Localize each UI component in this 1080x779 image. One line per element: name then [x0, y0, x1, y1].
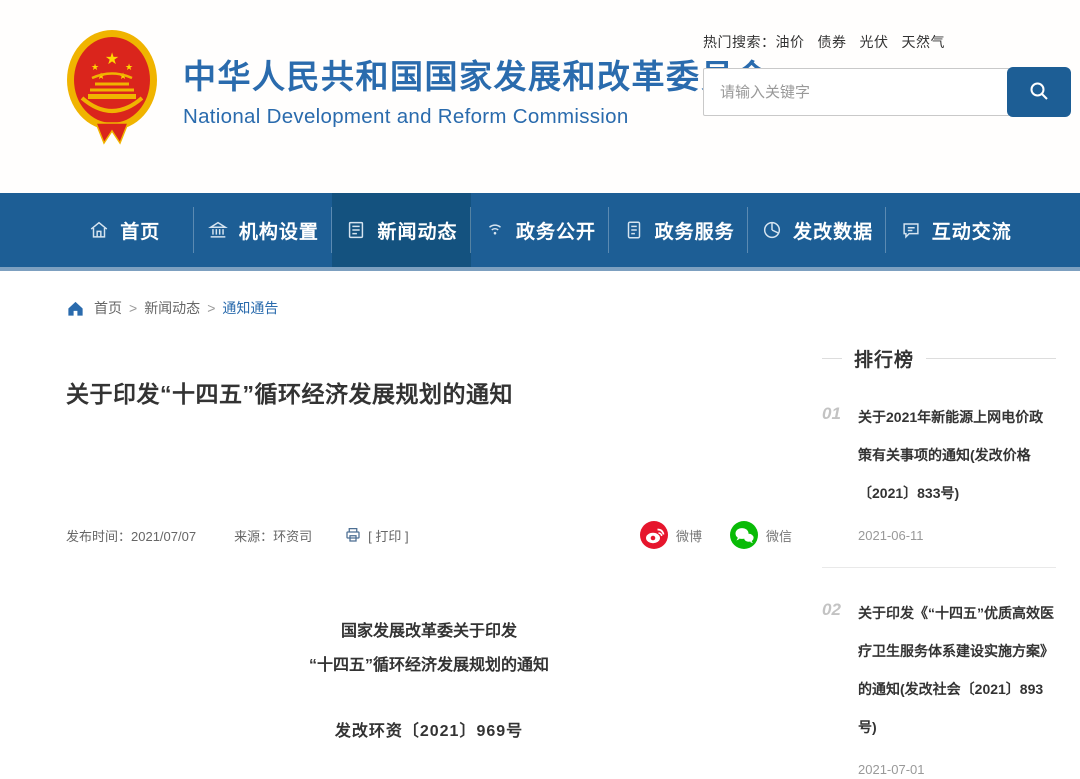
- printer-icon: [344, 526, 362, 544]
- ranking-item-link[interactable]: 关于印发《“十四五”优质高效医疗卫生服务体系建设实施方案》的通知(发改社会〔20…: [858, 594, 1056, 746]
- chat-icon: [900, 219, 922, 241]
- ranking-item-link[interactable]: 关于2021年新能源上网电价政策有关事项的通知(发改价格〔2021〕833号): [858, 398, 1056, 512]
- content: 关于印发“十四五”循环经济发展规划的通知 发布时间：2021/07/07 来源：…: [0, 323, 1080, 779]
- publish-time-label: 发布时间：: [66, 529, 131, 544]
- page-title: 关于印发“十四五”循环经济发展规划的通知: [66, 375, 792, 409]
- site-titles: 中华人民共和国国家发展和改革委员会 National Development a…: [183, 50, 770, 129]
- ranking-sidebar: 排行榜 01 关于2021年新能源上网电价政策有关事项的通知(发改价格〔2021…: [822, 345, 1080, 779]
- ranking-item-1: 01 关于2021年新能源上网电价政策有关事项的通知(发改价格〔2021〕833…: [822, 372, 1056, 568]
- breadcrumb-item-home[interactable]: 首页: [94, 298, 122, 318]
- publish-time: 发布时间：2021/07/07: [66, 526, 196, 545]
- share-wechat-button[interactable]: 微信: [730, 521, 792, 549]
- source-value: 环资司: [273, 529, 312, 544]
- publish-time-value: 2021/07/07: [131, 529, 196, 544]
- article-body: 国家发展改革委关于印发 “十四五”循环经济发展规划的通知 发改环资〔2021〕9…: [66, 615, 792, 749]
- print-button[interactable]: [ 打印 ]: [344, 526, 408, 545]
- article-body-line1: 国家发展改革委关于印发: [66, 615, 792, 649]
- main-nav: 首页 机构设置 新闻动态: [0, 193, 1080, 271]
- nav-label: 新闻动态: [377, 217, 457, 244]
- page: ★ ★ ★ ★ ★ 中华人民共和国国家发展和改革委员会 National Dev…: [0, 0, 1080, 779]
- divider: [822, 358, 842, 359]
- svg-text:★: ★: [105, 51, 119, 68]
- nav-item-gov-services[interactable]: 政务服务: [609, 193, 748, 267]
- hot-search-link-bond[interactable]: 债券: [818, 34, 847, 50]
- rank-number: 02: [822, 594, 858, 777]
- hot-search-link-gas[interactable]: 天然气: [902, 34, 946, 50]
- nav-item-ndrc-data[interactable]: 发改数据: [748, 193, 887, 267]
- breadcrumb-item-news[interactable]: 新闻动态: [144, 298, 200, 318]
- nav-item-interaction[interactable]: 互动交流: [886, 193, 1025, 267]
- search-input[interactable]: [703, 68, 1010, 116]
- hot-search-label: 热门搜索：: [703, 34, 776, 50]
- nav-label: 机构设置: [239, 217, 319, 244]
- hot-search-link-oil[interactable]: 油价: [776, 34, 805, 50]
- divider: [926, 358, 1056, 359]
- nav-label: 互动交流: [932, 217, 1012, 244]
- pie-chart-icon: [761, 219, 783, 241]
- article: 关于印发“十四五”循环经济发展规划的通知 发布时间：2021/07/07 来源：…: [0, 323, 822, 749]
- breadcrumb-separator: >: [129, 300, 137, 316]
- breadcrumb-item-notices[interactable]: 通知通告: [222, 298, 278, 318]
- broadcast-icon: [484, 219, 506, 241]
- site-header: ★ ★ ★ ★ ★ 中华人民共和国国家发展和改革委员会 National Dev…: [0, 0, 1080, 193]
- site-title-en: National Development and Reform Commissi…: [183, 105, 770, 129]
- nav-item-organization[interactable]: 机构设置: [194, 193, 333, 267]
- nav-label: 首页: [120, 217, 160, 244]
- source: 来源：环资司: [234, 526, 312, 545]
- nav-item-news[interactable]: 新闻动态: [332, 193, 471, 267]
- ranking-item-date: 2021-07-01: [858, 762, 1056, 777]
- share-bar: 微博 微信: [612, 521, 792, 549]
- search-button[interactable]: [1007, 67, 1071, 117]
- share-weibo-label: 微博: [676, 526, 702, 545]
- ranking-item-2: 02 关于印发《“十四五”优质高效医疗卫生服务体系建设实施方案》的通知(发改社会…: [822, 568, 1056, 779]
- ranking-header: 排行榜: [822, 345, 1056, 372]
- home-icon: [88, 219, 110, 241]
- article-body-line2: “十四五”循环经济发展规划的通知: [66, 649, 792, 683]
- nav-label: 政务服务: [655, 217, 735, 244]
- share-weibo-button[interactable]: 微博: [640, 521, 702, 549]
- rank-number: 01: [822, 398, 858, 543]
- weibo-icon: [640, 521, 668, 549]
- nav-label: 发改数据: [793, 217, 873, 244]
- nav-label: 政务公开: [516, 217, 596, 244]
- nav-item-gov-disclosure[interactable]: 政务公开: [471, 193, 610, 267]
- share-wechat-label: 微信: [766, 526, 792, 545]
- document-icon: [623, 219, 645, 241]
- hot-search-bar: 热门搜索：油价债券光伏天然气: [703, 32, 1071, 52]
- hot-search-link-pv[interactable]: 光伏: [860, 34, 889, 50]
- site-title-zh: 中华人民共和国国家发展和改革委员会: [183, 50, 770, 98]
- search-bar: [703, 67, 1071, 117]
- wechat-icon: [730, 521, 758, 549]
- ranking-item-date: 2021-06-11: [858, 528, 1056, 543]
- print-label: [ 打印 ]: [368, 526, 408, 545]
- ranking-title: 排行榜: [854, 345, 914, 372]
- breadcrumb-home-icon: [66, 299, 85, 318]
- news-icon: [345, 219, 367, 241]
- national-emblem-logo[interactable]: ★ ★ ★ ★ ★: [62, 26, 162, 153]
- header-right: 热门搜索：油价债券光伏天然气: [703, 32, 1071, 117]
- source-label: 来源：: [234, 529, 273, 544]
- magnifier-icon: [1027, 79, 1051, 106]
- breadcrumb-separator: >: [207, 300, 215, 316]
- bank-icon: [207, 219, 229, 241]
- article-meta: 发布时间：2021/07/07 来源：环资司 [ 打印 ]: [66, 521, 792, 549]
- breadcrumb: 首页 > 新闻动态 > 通知通告: [0, 271, 1080, 323]
- nav-item-home[interactable]: 首页: [55, 193, 194, 267]
- document-number: 发改环资〔2021〕969号: [66, 715, 792, 749]
- national-emblem-icon: ★ ★ ★ ★ ★: [62, 135, 162, 152]
